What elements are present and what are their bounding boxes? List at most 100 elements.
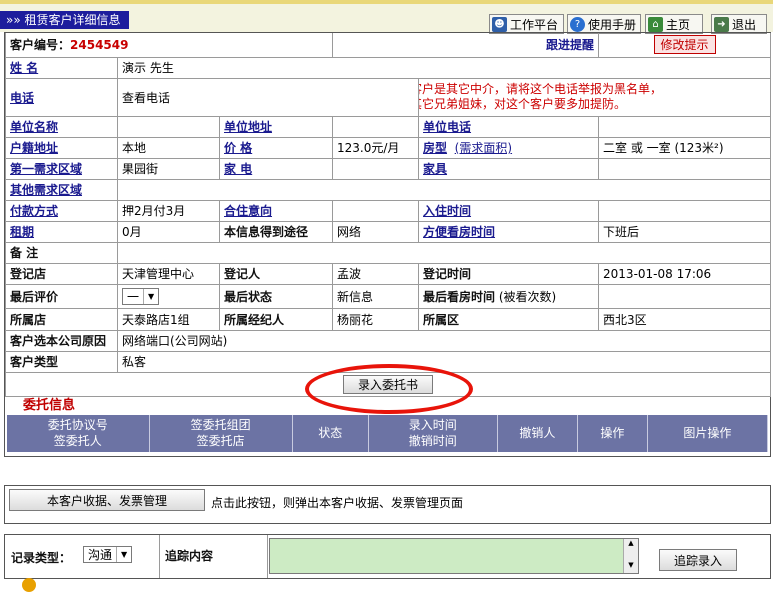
scroll-up-icon[interactable]: ▲ (624, 539, 638, 547)
col-agreement-l2: 签委托人 (53, 434, 102, 448)
agent-label: 所属经纪人 (224, 312, 285, 327)
other-area-label[interactable]: 其他需求区域 (10, 183, 82, 197)
person-icon: ☻ (492, 16, 507, 32)
area1-label[interactable]: 第一需求区域 (10, 162, 82, 176)
checkin-label[interactable]: 入住时间 (423, 204, 471, 218)
col-image-op: 图片操作 (647, 414, 769, 452)
col-status: 状态 (292, 414, 369, 452)
home-icon: ⌂ (648, 16, 663, 32)
follow-reminder-cell: 跟进提醒 (332, 33, 600, 58)
record-type-select[interactable]: 沟通 ▼ (83, 546, 133, 563)
hukou-value: 本地 (122, 141, 147, 155)
enter-commission-button[interactable]: 录入委托书 (343, 374, 434, 394)
warning-line-1: 如果，你发现这个客户是其它中介，请将这个电话举报为黑名单， (420, 82, 663, 96)
scroll-down-icon[interactable]: ▼ (624, 561, 638, 569)
view-phone-link[interactable]: 查看电话 (122, 91, 170, 105)
last-status-label: 最后状态 (224, 289, 273, 304)
record-type-selected: 沟通 (88, 548, 113, 562)
viewing-time-value: 下班后 (603, 225, 640, 239)
lease-label[interactable]: 租期 (10, 225, 34, 239)
tracking-submit-button[interactable]: 追踪录入 (659, 549, 737, 571)
viewing-time-label[interactable]: 方便看房时间 (423, 225, 495, 239)
last-eval-selected: 一 (127, 289, 140, 304)
col-time: 录入时间 撤销时间 (368, 414, 498, 452)
commission-section-title: 委托信息 (23, 397, 76, 413)
company-phone-label[interactable]: 单位电话 (423, 120, 471, 134)
hukou-label[interactable]: 户籍地址 (10, 141, 58, 155)
blacklist-warning: 如果，你发现这个客户是其它中介，请将这个电话举报为黑名单， 就可以告诉我家的其它… (418, 77, 772, 117)
manual-label: 使用手册 (587, 17, 636, 32)
receipt-manage-button[interactable]: 本客户收据、发票管理 (9, 489, 205, 511)
receipt-hint: 点击此按钮，则弹出本客户收据、发票管理页面 (211, 496, 464, 510)
reason-label: 客户选本公司原因 (10, 334, 107, 348)
name-label[interactable]: 姓 名 (10, 61, 38, 75)
view-count-label: (被看次数) (498, 289, 557, 304)
divider (159, 535, 160, 578)
customer-detail-panel: 客户编号：2454549 跟进提醒 修改提示 姓 名 演示 先生 电话 查看电话… (4, 32, 772, 457)
last-eval-select[interactable]: 一 ▼ (122, 287, 160, 305)
reg-time-value: 2013-01-08 17:06 (603, 266, 712, 281)
reason-value: 网络端口(公司网站) (122, 334, 228, 348)
appliance-label[interactable]: 家 电 (224, 162, 252, 176)
home-button[interactable]: ⌂ 主页 (645, 14, 703, 34)
source-value: 网络 (337, 225, 362, 239)
area1-value: 果园街 (122, 162, 159, 176)
customer-info-table: 客户编号：2454549 跟进提醒 修改提示 姓 名 演示 先生 电话 查看电话… (4, 33, 772, 397)
home-label: 主页 (666, 17, 691, 32)
col-time-l2: 撤销时间 (408, 434, 457, 448)
textarea-scrollbar[interactable]: ▲ ▼ (623, 539, 638, 573)
col-agreement-l1: 委托协议号 (47, 418, 108, 432)
customer-type-label: 客户类型 (10, 355, 59, 369)
customer-id-cell: 客户编号：2454549 (4, 33, 334, 58)
customer-id-label: 客户编号： (10, 38, 71, 53)
reg-person-label: 登记人 (224, 267, 261, 281)
commission-table-header: 委托协议号签委托人 签委托组团签委托店 状态 录入时间 撤销时间 撤销人 操作 图… (7, 414, 769, 452)
note-label: 备 注 (10, 246, 39, 260)
col-group: 签委托组团 签委托店 (149, 414, 293, 452)
payment-label[interactable]: 付款方式 (10, 204, 58, 218)
record-type-label: 记录类型： (11, 551, 72, 565)
col-group-l1: 签委托组团 (190, 418, 251, 432)
page-title: »» 租赁客户详细信息 (0, 11, 129, 29)
reg-time-label: 登记时间 (423, 267, 472, 281)
modify-prompt-button[interactable]: 修改提示 (653, 35, 716, 55)
chevron-down-icon: ▼ (116, 547, 131, 562)
info-icon (22, 578, 36, 592)
customer-type-value: 私客 (122, 355, 147, 369)
last-eval-label: 最后评价 (10, 289, 59, 304)
col-revoker: 撤销人 (497, 414, 578, 452)
company-address-label[interactable]: 单位地址 (224, 120, 272, 134)
help-icon: ? (570, 16, 585, 32)
follow-reminder-link[interactable]: 跟进提醒 (546, 38, 594, 52)
tracking-content-input[interactable] (269, 538, 639, 574)
area-label[interactable]: (需求面积) (455, 141, 512, 155)
modify-prompt-cell: 修改提示 (598, 33, 772, 58)
store-label: 所属店 (10, 312, 47, 327)
exit-button[interactable]: ➜ 退出 (711, 14, 767, 34)
workbench-label: 工作平台 (510, 17, 559, 32)
cotenant-label[interactable]: 合住意向 (224, 204, 272, 218)
district-value: 西北3区 (603, 312, 647, 327)
col-operation: 操作 (577, 414, 648, 452)
commission-table-wrap: 委托协议号签委托人 签委托组团签委托店 状态 录入时间 撤销时间 撤销人 操作 图… (5, 414, 770, 456)
name-value: 演示 先生 (122, 61, 174, 75)
furniture-label[interactable]: 家具 (423, 162, 447, 176)
store-value: 天泰路店1组 (122, 312, 190, 327)
enter-commission-cell: 录入委托书 (4, 371, 772, 397)
company-name-label[interactable]: 单位名称 (10, 120, 58, 134)
exit-icon: ➜ (714, 16, 729, 32)
price-label[interactable]: 价 格 (224, 141, 252, 155)
phone-label[interactable]: 电话 (10, 91, 34, 105)
workbench-button[interactable]: ☻ 工作平台 (489, 14, 564, 34)
agent-value: 杨丽花 (337, 312, 374, 327)
price-value: 123.0元/月 (337, 141, 400, 155)
col-group-l2: 签委托店 (196, 434, 245, 448)
exit-label: 退出 (732, 17, 757, 32)
layout-label[interactable]: 房型 (423, 141, 447, 155)
manual-button[interactable]: ? 使用手册 (567, 14, 641, 34)
divider (267, 535, 268, 578)
top-bar: »» 租赁客户详细信息 ☻ 工作平台 ? 使用手册 ⌂ 主页 ➜ 退出 (0, 0, 773, 34)
last-view-label: 最后看房时间 (423, 289, 496, 304)
district-label: 所属区 (423, 312, 460, 327)
customer-id-value: 2454549 (70, 38, 129, 53)
